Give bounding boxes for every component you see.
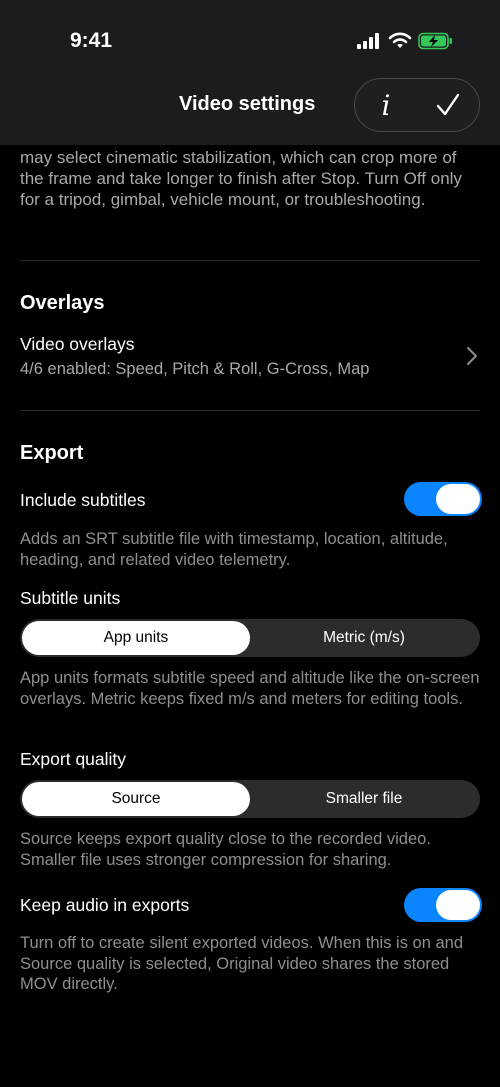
export-quality-label: Export quality <box>20 749 127 769</box>
keep-audio-label: Keep audio in exports <box>20 895 190 915</box>
navigation-header: 9:41 Video settings i <box>0 0 500 145</box>
include-subtitles-description: Adds an SRT subtitle file with timestamp… <box>20 530 448 569</box>
toggle-knob <box>436 890 480 920</box>
keep-audio-toggle[interactable] <box>404 888 482 922</box>
stabilization-description: may select cinematic stabilization, whic… <box>20 148 462 209</box>
segment-source[interactable]: Source <box>22 782 250 816</box>
include-subtitles-toggle[interactable] <box>404 482 482 516</box>
video-overlays-label: Video overlays <box>20 334 135 354</box>
info-button[interactable]: i <box>355 79 417 131</box>
segment-metric[interactable]: Metric (m/s) <box>250 621 478 655</box>
battery-charging-icon <box>418 32 452 50</box>
video-overlays-summary: 4/6 enabled: Speed, Pitch & Roll, G-Cros… <box>20 360 370 378</box>
section-divider <box>20 410 480 411</box>
cellular-signal-icon <box>357 33 379 49</box>
section-divider <box>20 260 480 261</box>
done-button[interactable] <box>417 79 479 131</box>
keep-audio-description: Turn off to create silent exported video… <box>20 934 463 993</box>
subtitle-units-label: Subtitle units <box>20 588 121 608</box>
status-icons <box>356 31 454 51</box>
header-action-pill: i <box>354 78 480 132</box>
checkmark-icon <box>436 93 460 116</box>
include-subtitles-label: Include subtitles <box>20 490 146 510</box>
subtitle-units-description: App units formats subtitle speed and alt… <box>20 669 480 708</box>
export-quality-description: Source keeps export quality close to the… <box>20 830 431 869</box>
info-icon: i <box>381 88 391 122</box>
export-quality-segmented-control[interactable]: Source Smaller file <box>20 780 480 818</box>
export-section-title: Export <box>20 442 84 464</box>
overlays-section-title: Overlays <box>20 292 105 314</box>
subtitle-units-segmented-control[interactable]: App units Metric (m/s) <box>20 619 480 657</box>
toggle-knob <box>436 484 480 514</box>
wifi-icon <box>388 32 412 48</box>
chevron-right-icon <box>467 347 477 365</box>
status-time: 9:41 <box>70 29 113 52</box>
page-title-text: Video settings <box>179 93 316 115</box>
segment-app-units[interactable]: App units <box>22 621 250 655</box>
segment-smaller-file[interactable]: Smaller file <box>250 782 478 816</box>
video-settings-screen: may select cinematic stabilization, whic… <box>0 0 500 1087</box>
